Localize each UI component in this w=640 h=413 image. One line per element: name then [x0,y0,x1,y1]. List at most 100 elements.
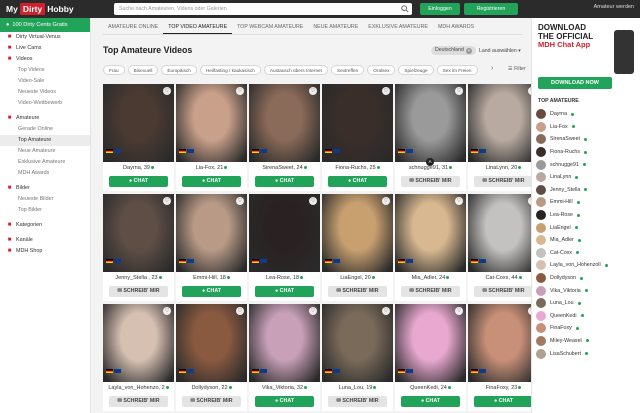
chat-button[interactable]: ● CHAT [182,176,241,187]
amateur-name[interactable]: Lia-Fox, 21 [176,165,247,171]
amateur-card[interactable]: ♡ LiaEngel, 20 ✉ SCHREIB' MIR [322,194,393,301]
filter-chip[interactable]: Oralsex [367,65,396,75]
promo-banner[interactable]: ● 100 Dirty Cents Gratis [0,18,90,32]
sidebar-item-top-amateure[interactable]: Top Amateure [0,135,90,146]
login-button[interactable]: Einloggen [420,3,460,15]
filter-chip[interactable]: Austausch übers Internet [263,65,328,75]
filter-chip[interactable]: Spielzeuge [398,65,434,75]
amateur-name[interactable]: Dollydyson, 22 [176,385,247,391]
amateur-name[interactable]: Emmi-Hill, 18 [176,275,247,281]
amateur-card[interactable]: ♡ Vika_Viktoria, 32 ● CHAT [249,304,320,411]
sidebar-item-exklusive-amateure[interactable]: Exklusive Amateure [0,157,90,168]
heart-icon[interactable]: ♡ [163,197,171,205]
amateur-name[interactable]: QueenKedi, 24 [395,385,466,391]
filter-chip[interactable]: Sex im Freien [436,65,478,75]
country-select[interactable]: Land auswählen ▾ [479,48,521,54]
amateur-card[interactable]: ♡ Mia_Adler, 24 ✉ SCHREIB' MIR [395,194,466,301]
sidebar-item-gerade-online[interactable]: Gerade Online [0,124,90,135]
heart-icon[interactable]: ♡ [309,87,317,95]
sidebar-item-mdh-shop[interactable]: ■ MDH Shop [0,246,90,257]
amateur-card[interactable]: ♡ Dollydyson, 22 ✉ SCHREIB' MIR [176,304,247,411]
amateur-card[interactable]: ♡ Jenny_Stella , 23 ✉ SCHREIB' MIR [103,194,174,301]
heart-icon[interactable]: ♡ [163,307,171,315]
amateur-name[interactable]: Layla_von_Hohenzo, 2 [103,385,174,391]
amateur-card[interactable]: ♡Cat-Coxx, 44✉ SCHREIB' MIR [468,194,531,301]
top-amateur-item[interactable]: Dayrna [536,108,639,121]
amateur-name[interactable]: Vika_Viktoria, 32 [249,385,320,391]
chat-button[interactable]: ● CHAT [328,176,387,187]
sidebar-item-kategorien[interactable]: ■ Kategorien [0,220,90,231]
top-amateur-item[interactable]: Vika_Viktoria [536,284,639,297]
message-button[interactable]: ✉ SCHREIB' MIR [328,396,387,407]
heart-icon[interactable]: ♡ [236,87,244,95]
amateur-name[interactable]: SirenaSweet, 24 [249,165,320,171]
amateur-name[interactable]: Dayrna, 39 [103,165,174,171]
top-amateur-item[interactable]: Jenny_Stella [536,184,639,197]
chat-button[interactable]: ● CHAT [255,396,314,407]
filter-button[interactable]: ☰ Filter [508,66,526,72]
top-amateur-item[interactable]: Cat-Coxx [536,247,639,260]
amateur-card[interactable]: ♡ Lia-Fox, 21 ● CHAT [176,84,247,191]
sidebar-item-video-wettbewerb[interactable]: Video-Wettbewerb [0,98,90,109]
chat-button[interactable]: ● CHAT [109,176,168,187]
message-button[interactable]: ✉ SCHREIB' MIR [474,286,531,297]
chat-button[interactable]: ● CHAT [474,396,531,407]
top-amateur-item[interactable]: Lea-Rose [536,209,639,222]
amateur-card[interactable]: ♡ QueenKedi, 24 ● CHAT [395,304,466,411]
heart-icon[interactable]: ♡ [236,197,244,205]
message-button[interactable]: ✉ SCHREIB' MIR [109,396,168,407]
amateur-name[interactable]: Luna_Lou, 19 [322,385,393,391]
amateur-name[interactable]: LiaEngel, 20 [322,275,393,281]
top-amateur-item[interactable]: QueenKedi [536,310,639,323]
top-amateur-item[interactable]: LinaLynn [536,171,639,184]
top-amateur-item[interactable]: Fiona-Ruchs [536,146,639,159]
message-button[interactable]: ✉ SCHREIB' MIR [109,286,168,297]
top-amateur-item[interactable]: schnugge91 [536,158,639,171]
amateur-card[interactable]: ♡ Fiona-Ruchs, 25 ● CHAT [322,84,393,191]
chat-button[interactable]: ● CHAT [255,176,314,187]
top-amateur-item[interactable]: Luna_Lou [536,297,639,310]
close-icon[interactable]: × [465,47,472,54]
app-ad[interactable]: DOWNLOAD THE OFFICIAL MDH Chat App [538,23,636,78]
search-icon[interactable] [401,5,409,13]
heart-icon[interactable]: ♡ [455,307,463,315]
amateur-name[interactable]: FinaFoxy, 23 [468,385,531,391]
chat-button[interactable]: ● CHAT [182,286,241,297]
heart-icon[interactable]: ♡ [309,307,317,315]
filter-chip[interactable]: Heilfasting / kaukasisch [199,65,261,75]
amateur-name[interactable]: Fiona-Ruchs, 25 [322,165,393,171]
amateur-name[interactable]: Mia_Adler, 24 [395,275,466,281]
filter-chip[interactable]: Sextreffen [330,65,365,75]
amateur-card[interactable]: ♡FinaFoxy, 23● CHAT [468,304,531,411]
chevron-right-icon[interactable]: › [491,65,493,72]
filter-chip[interactable]: Frau [103,65,125,75]
amateur-card[interactable]: ♡ Aschnugge91, 31 ✉ SCHREIB' MIR [395,84,466,191]
top-amateur-item[interactable]: LiaEngel [536,221,639,234]
top-amateur-item[interactable]: Mia_Adler [536,234,639,247]
sidebar-item-neue-amateure[interactable]: Neue Amateure [0,146,90,157]
download-button[interactable]: DOWNLOAD NOW [538,77,612,89]
site-logo[interactable]: My Dirty Hobby [0,0,92,18]
register-button[interactable]: Registrieren [464,3,518,15]
amateur-card[interactable]: ♡ Dayrna, 39 ● CHAT [103,84,174,191]
filter-chip[interactable]: Bisexuell [127,65,159,75]
top-amateur-item[interactable]: Lia-Fox [536,121,639,134]
heart-icon[interactable]: ♡ [455,197,463,205]
heart-icon[interactable]: ♡ [455,87,463,95]
amateur-name[interactable]: schnugge91, 31 [395,165,466,171]
top-amateur-item[interactable]: SirenaSweet [536,133,639,146]
amateur-card[interactable]: ♡LinaLynn, 20✉ SCHREIB' MIR [468,84,531,191]
filter-chip[interactable]: Europäisch [161,65,197,75]
sidebar-item-bilder[interactable]: ■ Bilder [0,183,90,194]
sidebar-item-video-sale[interactable]: Video-Sale [0,76,90,87]
top-amateur-item[interactable]: LisaSchubert [536,347,639,360]
sidebar-item-top-bilder[interactable]: Top Bilder [0,205,90,216]
become-amateur-link[interactable]: Amateur werden [594,4,634,10]
amateur-name[interactable]: Jenny_Stella , 23 [103,275,174,281]
chat-button[interactable]: ● CHAT [401,396,460,407]
message-button[interactable]: ✉ SCHREIB' MIR [474,176,531,187]
heart-icon[interactable]: ♡ [309,197,317,205]
amateur-card[interactable]: ♡ Layla_von_Hohenzo, 2 ✉ SCHREIB' MIR [103,304,174,411]
message-button[interactable]: ✉ SCHREIB' MIR [401,176,460,187]
chat-button[interactable]: ● CHAT [255,286,314,297]
